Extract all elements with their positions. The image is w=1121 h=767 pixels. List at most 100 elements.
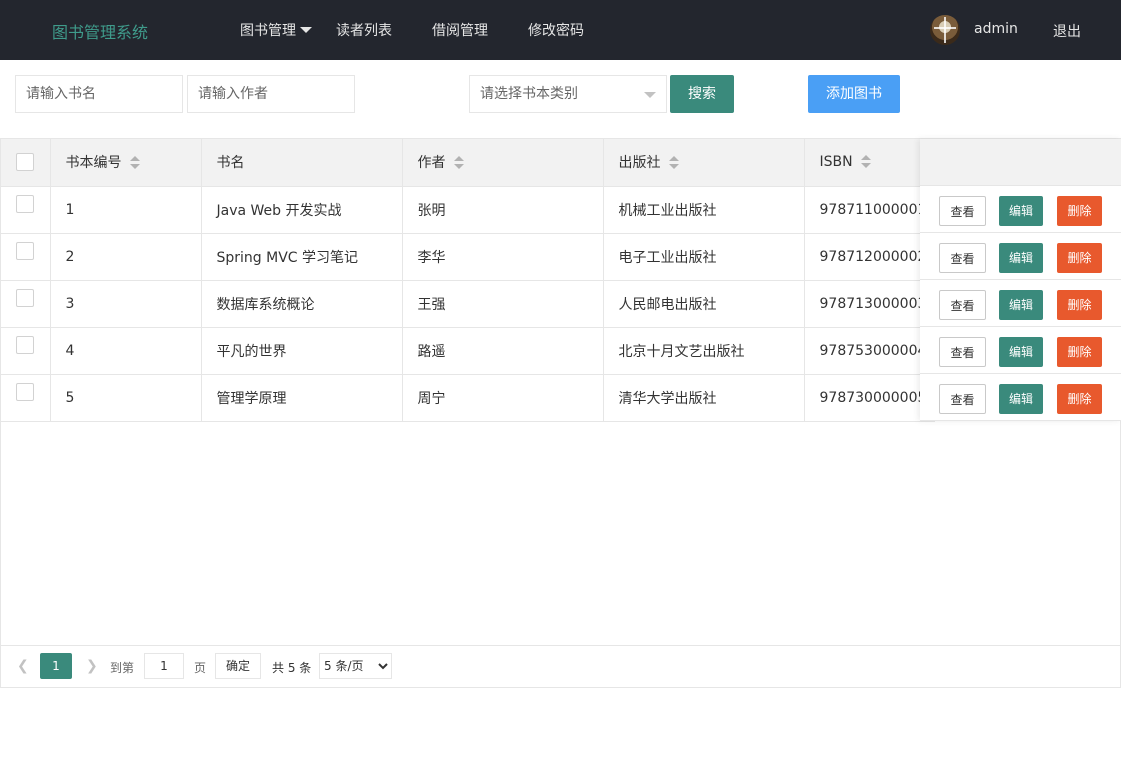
- delete-button[interactable]: 删除: [1057, 243, 1102, 273]
- view-button[interactable]: 查看: [939, 337, 986, 367]
- edit-button[interactable]: 编辑: [999, 196, 1043, 226]
- cell-isbn: 9787120000022: [804, 233, 936, 281]
- nav-book-management[interactable]: 图书管理: [240, 20, 312, 40]
- add-book-button[interactable]: 添加图书: [808, 75, 900, 113]
- cell-publisher: 清华大学出版社: [603, 374, 805, 422]
- edit-button[interactable]: 编辑: [999, 384, 1043, 414]
- row-checkbox[interactable]: [16, 288, 35, 307]
- view-button[interactable]: 查看: [939, 384, 986, 414]
- goto-page-input[interactable]: [144, 653, 184, 679]
- sort-icon[interactable]: [129, 156, 140, 170]
- total-count: 共 5 条: [272, 661, 312, 675]
- table-row: 3 数据库系统概论 王强 人民邮电出版社 9787130000033: [1, 280, 936, 328]
- cell-publisher: 电子工业出版社: [603, 233, 805, 281]
- cell-isbn: 9787130000033: [804, 280, 936, 328]
- sort-icon[interactable]: [668, 156, 679, 170]
- goto-confirm-button[interactable]: 确定: [215, 653, 261, 679]
- delete-button[interactable]: 删除: [1057, 290, 1102, 320]
- operations-row: 查看 编辑 删除: [920, 374, 1121, 421]
- cell-isbn: 9787300000055: [804, 374, 936, 422]
- nav-change-password[interactable]: 修改密码: [528, 20, 584, 40]
- row-checkbox-cell: [1, 374, 51, 422]
- row-checkbox[interactable]: [16, 335, 35, 354]
- table-header-row: 书本编号 书名 作者 出版社 ISBN: [1, 139, 936, 187]
- cell-title: Spring MVC 学习笔记: [201, 233, 403, 281]
- row-checkbox[interactable]: [16, 194, 35, 213]
- table-row: 5 管理学原理 周宁 清华大学出版社 9787300000055: [1, 374, 936, 422]
- col-isbn[interactable]: ISBN: [804, 139, 936, 187]
- dropdown-arrow-icon: [644, 92, 656, 98]
- book-table: 书本编号 书名 作者 出版社 ISBN 1 Java Web 开发实战 张明 机…: [0, 138, 1121, 688]
- sort-icon[interactable]: [860, 155, 871, 169]
- row-checkbox[interactable]: [16, 241, 35, 260]
- operations-row: 查看 编辑 删除: [920, 233, 1121, 280]
- book-table-grid: 书本编号 书名 作者 出版社 ISBN 1 Java Web 开发实战 张明 机…: [1, 139, 936, 422]
- cell-isbn: 9787530000044: [804, 327, 936, 375]
- user-name[interactable]: admin: [974, 21, 1018, 37]
- category-select[interactable]: 请选择书本类别: [469, 75, 667, 113]
- delete-button[interactable]: 删除: [1057, 196, 1102, 226]
- col-publisher-label: 出版社: [618, 155, 661, 172]
- delete-button[interactable]: 删除: [1057, 337, 1102, 367]
- operations-header: [920, 139, 1121, 186]
- sort-icon[interactable]: [453, 156, 464, 170]
- cell-book-id: 3: [50, 280, 202, 328]
- pagination: ❮ 1 ❯ 到第 页 确定 共 5 条 5 条/页: [1, 645, 1120, 688]
- operations-row: 查看 编辑 删除: [920, 280, 1121, 327]
- cell-book-id: 1: [50, 186, 202, 234]
- cell-publisher: 人民邮电出版社: [603, 280, 805, 328]
- nav-reader-list[interactable]: 读者列表: [336, 20, 392, 40]
- table-row: 4 平凡的世界 路遥 北京十月文艺出版社 9787530000044: [1, 327, 936, 375]
- caret-down-icon: [300, 27, 312, 33]
- cell-title: 管理学原理: [201, 374, 403, 422]
- col-publisher[interactable]: 出版社: [603, 139, 805, 187]
- table-row: 2 Spring MVC 学习笔记 李华 电子工业出版社 97871200000…: [1, 233, 936, 281]
- view-button[interactable]: 查看: [939, 243, 986, 273]
- avatar[interactable]: [930, 15, 960, 45]
- cell-author: 张明: [402, 186, 604, 234]
- nav-borrow-management[interactable]: 借阅管理: [432, 20, 488, 40]
- view-button[interactable]: 查看: [939, 196, 986, 226]
- cell-publisher: 机械工业出版社: [603, 186, 805, 234]
- chevron-right-icon[interactable]: ❯: [86, 658, 98, 674]
- row-checkbox-cell: [1, 233, 51, 281]
- current-page-button[interactable]: 1: [40, 653, 72, 679]
- chevron-left-icon[interactable]: ❮: [17, 658, 29, 674]
- edit-button[interactable]: 编辑: [999, 337, 1043, 367]
- app-logo[interactable]: 图书管理系统: [52, 19, 148, 43]
- operations-row: 查看 编辑 删除: [920, 186, 1121, 233]
- edit-button[interactable]: 编辑: [999, 243, 1043, 273]
- col-author-label: 作者: [417, 155, 446, 172]
- cell-book-id: 5: [50, 374, 202, 422]
- col-title-label: 书名: [216, 155, 245, 172]
- row-checkbox[interactable]: [16, 382, 35, 401]
- delete-button[interactable]: 删除: [1057, 384, 1102, 414]
- cell-author: 路遥: [402, 327, 604, 375]
- select-all-cell: [1, 139, 51, 187]
- nav-book-management-label: 图书管理: [240, 23, 296, 39]
- view-button[interactable]: 查看: [939, 290, 986, 320]
- goto-label: 到第: [110, 661, 135, 675]
- cell-title: Java Web 开发实战: [201, 186, 403, 234]
- col-author[interactable]: 作者: [402, 139, 604, 187]
- cell-book-id: 2: [50, 233, 202, 281]
- col-isbn-label: ISBN: [819, 154, 853, 171]
- col-book-id[interactable]: 书本编号: [50, 139, 202, 187]
- col-book-id-label: 书本编号: [65, 155, 122, 172]
- cell-isbn: 9787110000011: [804, 186, 936, 234]
- row-checkbox-cell: [1, 186, 51, 234]
- author-input[interactable]: [187, 75, 355, 113]
- select-all-checkbox[interactable]: [16, 153, 35, 172]
- page-size-select[interactable]: 5 条/页: [319, 653, 392, 679]
- cell-title: 数据库系统概论: [201, 280, 403, 328]
- search-button[interactable]: 搜索: [670, 75, 734, 113]
- cell-title: 平凡的世界: [201, 327, 403, 375]
- logout-link[interactable]: 退出: [1053, 21, 1081, 41]
- row-checkbox-cell: [1, 280, 51, 328]
- book-name-input[interactable]: [15, 75, 183, 113]
- page-label: 页: [194, 661, 207, 675]
- edit-button[interactable]: 编辑: [999, 290, 1043, 320]
- cell-publisher: 北京十月文艺出版社: [603, 327, 805, 375]
- cell-author: 王强: [402, 280, 604, 328]
- operations-column: 查看 编辑 删除 查看 编辑 删除 查看 编辑 删除 查看 编辑 删除 查看 编…: [920, 139, 1121, 421]
